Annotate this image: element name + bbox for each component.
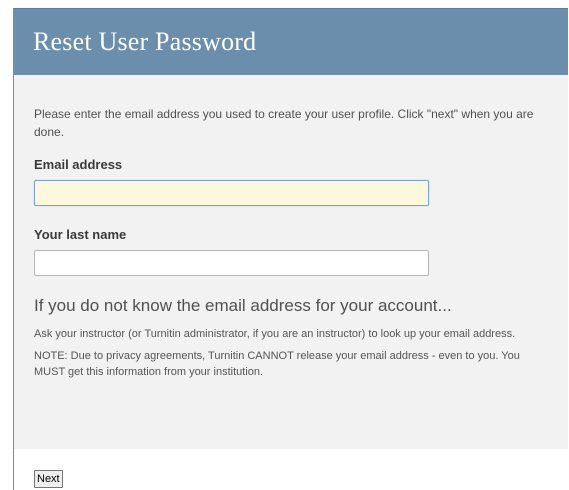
reset-form: Please enter the email address you used … xyxy=(14,75,568,380)
intro-text: Please enter the email address you used … xyxy=(34,107,534,139)
reset-password-panel: Reset User Password Please enter the ema… xyxy=(13,8,568,490)
email-field[interactable] xyxy=(34,180,429,206)
help-paragraph-privacy-note: NOTE: Due to privacy agreements, Turniti… xyxy=(34,350,520,378)
last-name-field[interactable] xyxy=(34,250,429,276)
last-name-label: Your last name xyxy=(34,227,127,242)
form-footer: Next xyxy=(14,449,568,490)
email-label: Email address xyxy=(34,157,123,172)
next-button[interactable]: Next xyxy=(34,470,63,488)
help-paragraph-instructor: Ask your instructor (or Turnitin adminis… xyxy=(34,328,516,340)
help-heading: If you do not know the email address for… xyxy=(34,296,452,315)
page-header: Reset User Password xyxy=(14,9,568,75)
page-title: Reset User Password xyxy=(33,27,257,56)
